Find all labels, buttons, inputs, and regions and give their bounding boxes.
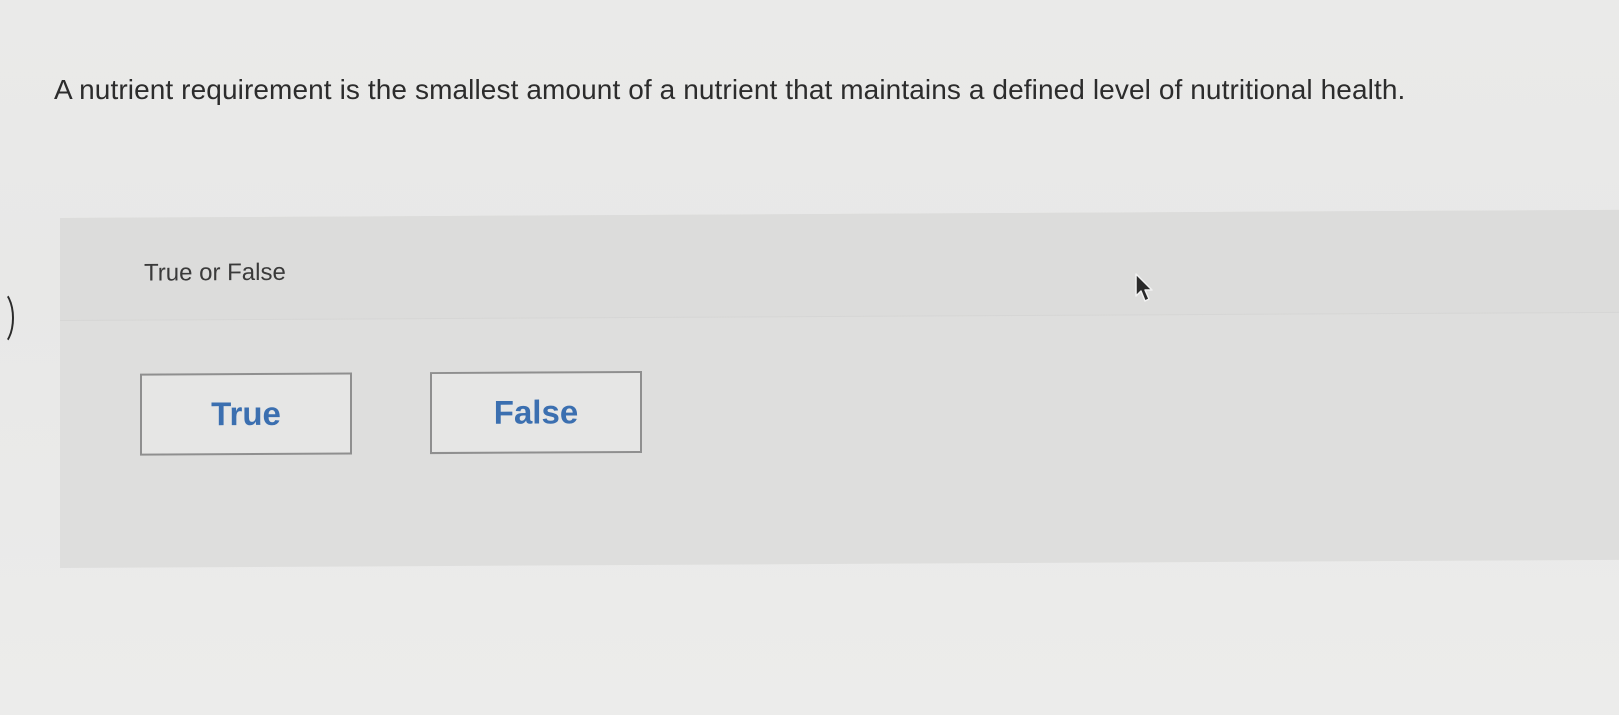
panel-header: True or False (60, 209, 1619, 321)
false-button[interactable]: False (430, 370, 642, 455)
side-edge-icon (0, 290, 14, 346)
true-button[interactable]: True (140, 372, 352, 456)
mouse-pointer-icon (1135, 273, 1153, 302)
answer-panel: True or False True False (60, 209, 1619, 568)
prompt-label: True or False (144, 258, 286, 287)
page: A nutrient requirement is the smallest a… (0, 0, 1619, 715)
question-text: A nutrient requirement is the smallest a… (54, 74, 1406, 105)
